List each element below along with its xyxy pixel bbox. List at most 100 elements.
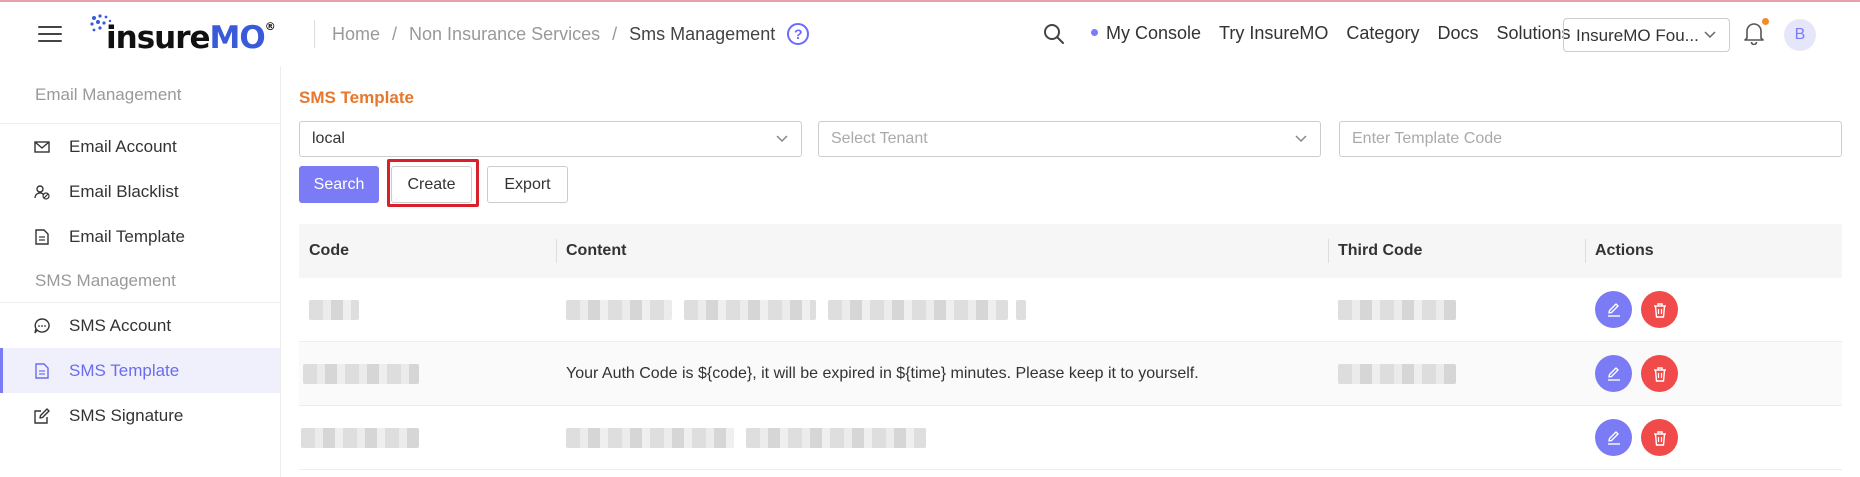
- document-icon: [34, 228, 50, 245]
- template-code-input[interactable]: Enter Template Code: [1339, 121, 1842, 157]
- column-header-content[interactable]: Content: [556, 224, 1328, 278]
- table-row: Your Auth Code is ${code}, it will be ex…: [299, 342, 1842, 406]
- redacted-text: [828, 299, 1008, 320]
- chevron-down-icon: [1295, 135, 1307, 143]
- notification-dot: [1762, 18, 1769, 25]
- redacted-text: [746, 427, 926, 448]
- pencil-icon: [1607, 430, 1620, 445]
- logo[interactable]: insureMO®: [88, 12, 276, 56]
- pencil-icon: [1607, 302, 1620, 317]
- sidebar-item-label: Email Blacklist: [69, 181, 179, 201]
- search-button[interactable]: Search: [299, 166, 379, 203]
- cell-content: Your Auth Code is ${code}, it will be ex…: [556, 342, 1328, 405]
- delete-button[interactable]: [1641, 355, 1678, 392]
- cell-content: [556, 278, 1328, 341]
- cell-actions: [1585, 406, 1842, 469]
- nav-category[interactable]: Category: [1346, 23, 1419, 44]
- nav-try-insuremo[interactable]: Try InsureMO: [1219, 23, 1328, 44]
- avatar[interactable]: B: [1784, 19, 1816, 51]
- pencil-icon: [1607, 366, 1620, 381]
- sidebar-item-label: SMS Template: [69, 360, 180, 380]
- nav-my-console[interactable]: My Console: [1091, 23, 1201, 44]
- sidebar-item-label: Email Template: [69, 226, 185, 246]
- redacted-text: [301, 427, 419, 448]
- cell-third-code: [1328, 278, 1585, 341]
- create-button[interactable]: Create: [391, 166, 472, 203]
- cell-code: [299, 278, 556, 341]
- bell-icon[interactable]: [1743, 21, 1765, 45]
- breadcrumb-non-insurance[interactable]: Non Insurance Services: [409, 24, 600, 45]
- cell-third-code: [1328, 406, 1585, 469]
- sidebar-item-label: SMS Signature: [69, 405, 184, 425]
- tenant-switcher-value: InsureMO Fou...: [1576, 26, 1699, 45]
- nav-docs[interactable]: Docs: [1437, 23, 1478, 44]
- breadcrumb-home[interactable]: Home: [332, 24, 380, 45]
- top-nav: My Console Try InsureMO Category Docs So…: [1091, 23, 1589, 44]
- active-dot-icon: [1091, 28, 1098, 36]
- user-block-icon: [34, 184, 50, 200]
- sidebar-item-email-template[interactable]: Email Template: [0, 214, 280, 259]
- cell-actions: [1585, 342, 1842, 405]
- sidebar-item-sms-template[interactable]: SMS Template: [0, 348, 280, 393]
- template-table: Code Content Third Code Actions Your Aut…: [299, 224, 1842, 470]
- table-row: [299, 406, 1842, 470]
- cell-content: [556, 406, 1328, 469]
- redacted-text: [684, 299, 816, 320]
- nav-solutions[interactable]: Solutions: [1496, 23, 1570, 44]
- tenant-select[interactable]: Select Tenant: [818, 121, 1321, 157]
- environment-select-value: local: [312, 130, 345, 147]
- edit-button[interactable]: [1595, 419, 1632, 456]
- sidebar-group-sms: SMS Management: [0, 259, 280, 303]
- delete-button[interactable]: [1641, 291, 1678, 328]
- template-code-placeholder: Enter Template Code: [1352, 130, 1503, 147]
- delete-button[interactable]: [1641, 419, 1678, 456]
- sidebar: Email Management Email Account Email Bla…: [0, 66, 281, 477]
- redacted-text: [1016, 299, 1026, 320]
- cell-content-text: Your Auth Code is ${code}, it will be ex…: [566, 364, 1199, 382]
- redacted-text: [1338, 363, 1456, 384]
- breadcrumb-separator: /: [392, 23, 398, 44]
- redacted-text: [566, 427, 734, 448]
- cell-third-code: [1328, 342, 1585, 405]
- sidebar-item-label: SMS Account: [69, 315, 172, 335]
- sidebar-group-email: Email Management: [0, 66, 280, 124]
- redacted-text: [1338, 299, 1456, 320]
- tenant-switcher[interactable]: InsureMO Fou...: [1563, 18, 1730, 52]
- mail-icon: [34, 139, 50, 155]
- table-header: Code Content Third Code Actions: [299, 224, 1842, 278]
- sidebar-item-sms-account[interactable]: SMS Account: [0, 303, 280, 348]
- cell-code: [299, 342, 556, 405]
- document-icon: [34, 362, 50, 379]
- sidebar-item-email-account[interactable]: Email Account: [0, 124, 280, 169]
- edit-icon: [34, 407, 50, 424]
- logo-text: insureMO®: [106, 20, 276, 56]
- main-content: SMS Template local Select Tenant Enter T…: [281, 66, 1860, 477]
- help-icon[interactable]: ?: [787, 23, 810, 45]
- cell-code: [299, 406, 556, 469]
- sidebar-item-email-blacklist[interactable]: Email Blacklist: [0, 169, 280, 214]
- breadcrumb-separator: /: [612, 23, 618, 44]
- search-icon[interactable]: [1043, 23, 1065, 45]
- column-header-actions: Actions: [1585, 224, 1842, 278]
- page-title: SMS Template: [299, 88, 414, 107]
- redacted-text: [309, 299, 359, 320]
- sidebar-item-sms-signature[interactable]: SMS Signature: [0, 393, 280, 438]
- menu-toggle-icon[interactable]: [38, 24, 62, 44]
- edit-button[interactable]: [1595, 291, 1632, 328]
- export-button[interactable]: Export: [487, 166, 568, 203]
- environment-select[interactable]: local: [299, 121, 802, 157]
- trash-icon: [1653, 302, 1666, 318]
- edit-button[interactable]: [1595, 355, 1632, 392]
- sidebar-item-label: Email Account: [69, 136, 177, 156]
- chat-icon: [34, 317, 50, 334]
- header: insureMO® Home / Non Insurance Services …: [0, 2, 1860, 66]
- tenant-select-placeholder: Select Tenant: [831, 130, 928, 147]
- redacted-text: [303, 363, 419, 384]
- breadcrumb: Home / Non Insurance Services / Sms Mana…: [332, 23, 810, 45]
- header-divider: [314, 20, 315, 48]
- table-row: [299, 278, 1842, 342]
- column-header-third-code[interactable]: Third Code: [1328, 224, 1585, 278]
- column-header-code[interactable]: Code: [299, 224, 556, 278]
- breadcrumb-current: Sms Management: [629, 23, 776, 44]
- trash-icon: [1653, 366, 1666, 382]
